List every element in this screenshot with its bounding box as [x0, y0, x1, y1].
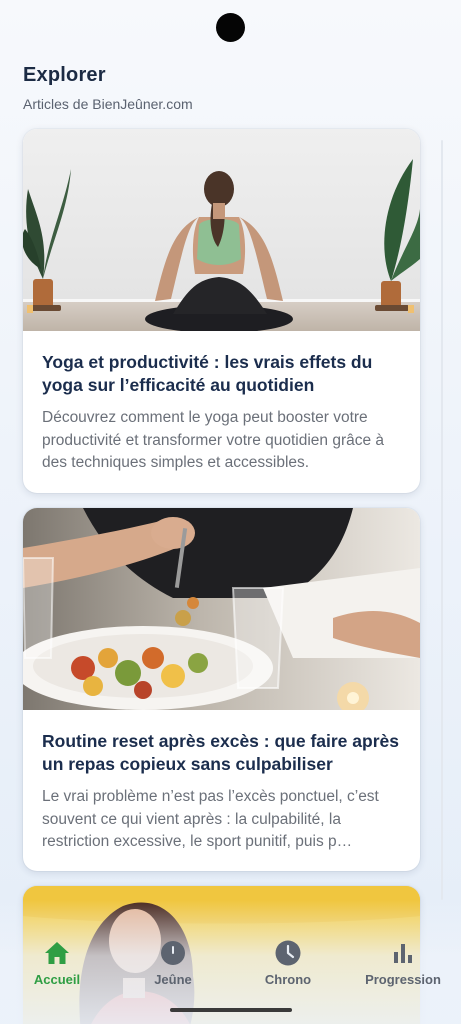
article-title: Routine reset après excès : que faire ap… — [42, 731, 399, 774]
bar-chart-icon — [390, 940, 416, 966]
article-title: Yoga et productivité : les vrais effets … — [42, 352, 373, 395]
explore-screen: Explorer Articles de BienJeûner.com Yoga… — [0, 0, 461, 1024]
article-image — [23, 508, 420, 710]
page-header: Explorer Articles de BienJeûner.com — [23, 64, 441, 112]
article-description: Découvrez comment le yoga peut booster v… — [42, 409, 385, 471]
bottom-navigation: Accueil Jeûne Chrono Progression — [0, 940, 461, 1010]
article-card[interactable]: Yoga et productivité : les vrais effets … — [23, 129, 420, 493]
nav-label: Accueil — [33, 972, 81, 987]
article-image — [23, 129, 420, 331]
yoga-photo — [23, 129, 420, 331]
nav-item-accueil[interactable]: Accueil — [2, 940, 112, 987]
nav-label: Jeûne — [154, 972, 192, 987]
article-card[interactable]: Routine reset après excès : que faire ap… — [23, 508, 420, 871]
nav-item-chrono[interactable]: Chrono — [233, 940, 343, 987]
nav-label: Progression — [365, 972, 441, 987]
article-description: Le vrai problème n’est pas l’excès ponct… — [42, 788, 379, 850]
scrollbar[interactable] — [441, 140, 443, 900]
home-icon — [44, 940, 70, 966]
home-indicator[interactable] — [170, 1008, 292, 1012]
timer-icon — [160, 940, 186, 966]
front-camera — [216, 13, 245, 42]
article-body: Routine reset après excès : que faire ap… — [23, 710, 420, 854]
nav-item-jeune[interactable]: Jeûne — [118, 940, 228, 987]
nav-label: Chrono — [264, 972, 312, 987]
food-photo — [23, 508, 420, 710]
article-body: Yoga et productivité : les vrais effets … — [23, 331, 420, 475]
nav-item-progression[interactable]: Progression — [348, 940, 458, 987]
page-title: Explorer — [23, 64, 106, 86]
page-subtitle: Articles de BienJeûner.com — [23, 96, 193, 112]
clock-icon — [275, 940, 301, 966]
